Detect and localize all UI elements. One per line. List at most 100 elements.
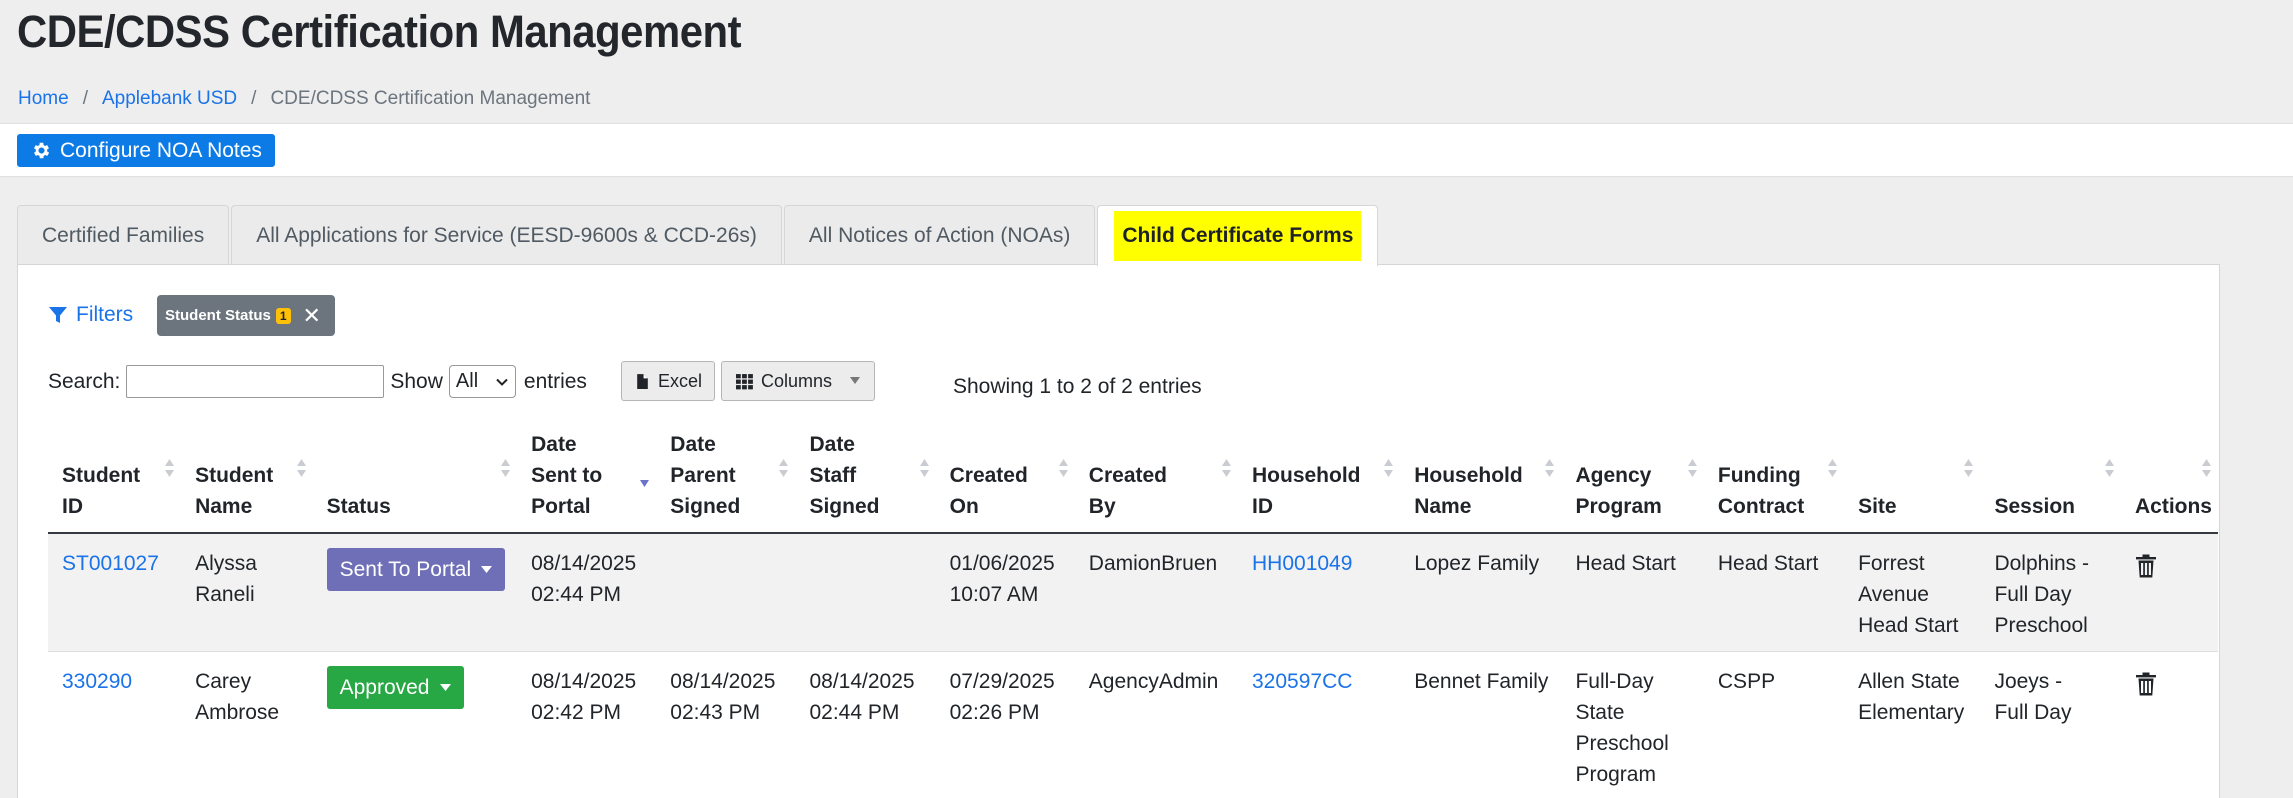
column-header-date-sent-to-portal[interactable]: Date Sent to Portal: [517, 425, 657, 534]
household-id-link[interactable]: HH001049: [1238, 533, 1401, 652]
site-cell: Allen State Elementary: [1858, 670, 1965, 724]
student-id-link[interactable]: 330290: [48, 652, 181, 798]
column-header-household-name[interactable]: Household Name: [1400, 425, 1562, 534]
agency-program-cell: Head Start: [1561, 533, 1704, 652]
tab-child-certificate-forms[interactable]: Child Certificate Forms: [1097, 205, 1379, 266]
created-on-cell: 01/06/2025 10:07 AM: [935, 533, 1075, 652]
column-header-student-id[interactable]: Student ID: [48, 425, 182, 534]
tab-bar: Certified Families All Applications for …: [17, 205, 1380, 266]
entries-length-value: All: [455, 370, 479, 392]
child-certificate-forms-table: Student ID Student Name Status Date Sent to…: [48, 425, 2218, 798]
sort-icon: [1058, 457, 1069, 488]
search-input[interactable]: [126, 365, 385, 398]
column-header-created-on[interactable]: Created On: [935, 425, 1075, 534]
status-dropdown-button[interactable]: Sent To Portal: [326, 548, 506, 591]
date-staff-signed-cell: 08/14/2025 02:44 PM: [809, 670, 915, 724]
search-row: Search: Show All entries: [48, 365, 587, 398]
tab-child-certificate-forms-label: Child Certificate Forms: [1114, 211, 1362, 261]
column-header-date-parent-signed[interactable]: Date Parent Signed: [656, 425, 796, 534]
toolbar: Configure NOA Notes: [0, 123, 2293, 177]
filter-icon: [49, 307, 67, 323]
session-cell: Dolphins - Full Day Preschool: [1980, 533, 2121, 652]
breadcrumb-district[interactable]: Applebank USD: [102, 88, 237, 110]
search-label: Search:: [48, 369, 121, 393]
sort-icon: [1963, 457, 1974, 488]
column-header-funding-contract[interactable]: Funding Contract: [1703, 425, 1845, 534]
breadcrumb-separator: /: [251, 88, 257, 109]
status-label: Approved: [339, 676, 430, 699]
configure-noa-notes-label: Configure NOA Notes: [60, 138, 262, 162]
column-header-site[interactable]: Site: [1844, 425, 1981, 534]
column-header-actions[interactable]: Actions: [2120, 425, 2218, 534]
created-on-cell: 07/29/2025 02:26 PM: [949, 670, 1055, 724]
trash-icon[interactable]: [2135, 554, 2157, 578]
caret-down-icon: [439, 683, 451, 691]
show-label: Show: [390, 369, 443, 393]
sort-desc-icon: [639, 467, 650, 498]
student-id-link[interactable]: ST001027: [48, 533, 182, 652]
configure-noa-notes-button[interactable]: Configure NOA Notes: [17, 134, 275, 167]
site-cell: Forrest Avenue Head Start: [1844, 533, 1981, 652]
sort-icon: [164, 457, 175, 488]
funding-contract-cell: Head Start: [1703, 533, 1845, 652]
sort-icon: [778, 457, 789, 488]
date-sent-cell: 08/14/2025 02:42 PM: [531, 670, 637, 724]
sort-icon: [1687, 457, 1698, 488]
table-header-row: Student ID Student Name Status Date Sent to…: [48, 425, 2218, 534]
excel-export-label: Excel: [658, 370, 703, 391]
date-sent-cell: 08/14/2025 02:44 PM: [517, 533, 657, 652]
tab-certified-families[interactable]: Certified Families: [17, 205, 230, 265]
column-header-created-by[interactable]: Created By: [1074, 425, 1238, 534]
column-header-status[interactable]: Status: [312, 425, 518, 534]
entries-length-select[interactable]: All: [448, 365, 516, 398]
breadcrumb-separator: /: [82, 88, 88, 109]
column-header-student-name[interactable]: Student Name: [181, 425, 313, 534]
status-cell: Approved: [313, 652, 518, 798]
filters-label: Filters: [76, 303, 134, 326]
excel-export-button[interactable]: Excel: [621, 361, 716, 401]
filters-toggle[interactable]: Filters: [48, 303, 133, 327]
sort-icon: [296, 457, 307, 488]
columns-label: Columns: [761, 370, 833, 391]
status-dropdown-button[interactable]: Approved: [326, 666, 464, 709]
student-name-cell: Carey Ambrose: [195, 670, 280, 724]
breadcrumb: Home / Applebank USD / CDE/CDSS Certific…: [18, 88, 590, 110]
page-title: CDE/CDSS Certification Management: [17, 6, 742, 57]
tab-all-applications[interactable]: All Applications for Service (EESD-9600s…: [231, 205, 782, 265]
column-header-agency-program[interactable]: Agency Program: [1561, 425, 1704, 534]
column-header-date-staff-signed[interactable]: Date Staff Signed: [795, 425, 936, 534]
column-header-household-id[interactable]: Household ID: [1238, 425, 1401, 534]
breadcrumb-home[interactable]: Home: [18, 88, 69, 110]
table-info: Showing 1 to 2 of 2 entries: [953, 375, 1202, 398]
filter-chip-close-icon[interactable]: ✕: [303, 304, 321, 327]
household-name-cell: Lopez Family: [1400, 533, 1562, 652]
caret-down-icon: [481, 565, 493, 573]
date-parent-signed-cell: [656, 533, 796, 652]
caret-down-icon: [850, 377, 861, 384]
tab-all-noas[interactable]: All Notices of Action (NOAs): [783, 205, 1096, 265]
status-cell: Sent To Portal: [312, 533, 518, 652]
file-icon: [637, 373, 648, 389]
tab-panel: Filters Student Status 1 ✕ Search: Show …: [17, 264, 2220, 798]
session-cell: Joeys - Full Day: [1994, 670, 2072, 724]
breadcrumb-current: CDE/CDSS Certification Management: [270, 88, 591, 109]
household-id-link[interactable]: 320597CC: [1238, 652, 1400, 798]
filter-chip-student-status: Student Status 1 ✕: [157, 295, 335, 336]
columns-button[interactable]: Columns: [721, 361, 876, 401]
date-parent-signed-cell: 08/14/2025 02:43 PM: [670, 670, 776, 724]
filter-chip-label: Student Status: [165, 307, 271, 324]
funding-contract-cell: CSPP: [1717, 670, 1776, 693]
created-by-cell: AgencyAdmin: [1088, 670, 1219, 693]
sort-icon: [1383, 457, 1394, 488]
column-header-session[interactable]: Session: [1980, 425, 2121, 534]
sort-icon: [2104, 457, 2115, 488]
student-name-cell: Alyssa Raneli: [181, 533, 313, 652]
sort-icon: [2201, 457, 2212, 488]
sort-icon: [1827, 457, 1838, 488]
sort-icon: [500, 457, 511, 488]
filter-chip-count-badge: 1: [275, 307, 291, 324]
entries-label: entries: [523, 369, 587, 393]
actions-cell: [2121, 652, 2218, 798]
sort-icon: [1221, 457, 1232, 488]
trash-icon[interactable]: [2135, 672, 2157, 696]
